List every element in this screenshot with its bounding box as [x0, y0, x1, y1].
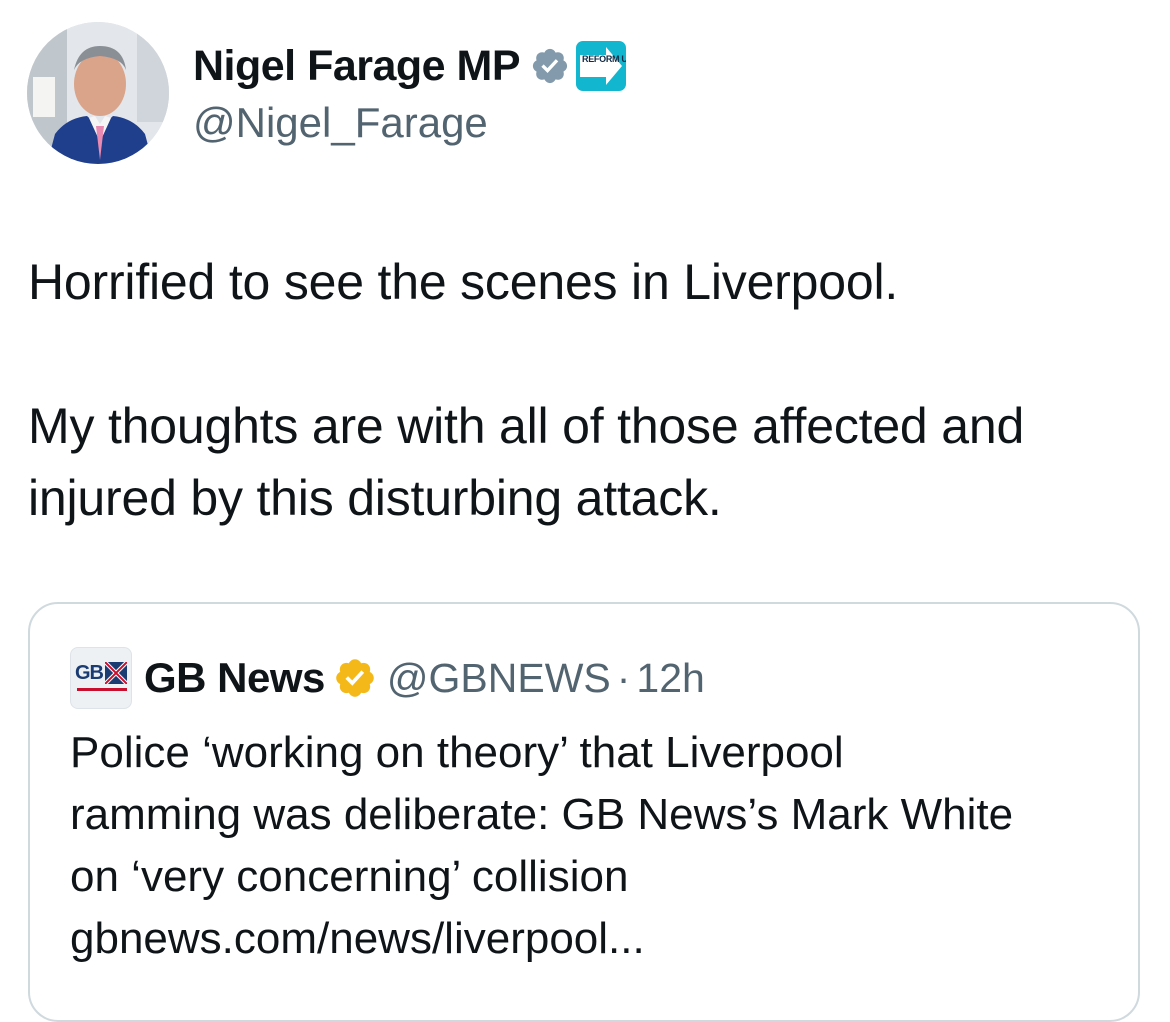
author-name-row: Nigel Farage MP REFORM UK	[193, 36, 627, 96]
tweet-line-2: My thoughts are with all of those affect…	[28, 398, 1025, 526]
tweet-line-1: Horrified to see the scenes in Liverpool…	[28, 254, 899, 310]
reform-badge-label: REFORM UK	[582, 54, 627, 64]
tweet-text: Horrified to see the scenes in Liverpool…	[28, 246, 1148, 534]
quoted-line-1: Police ‘working on theory’ that Liverpoo…	[70, 728, 844, 777]
gold-verified-icon	[336, 659, 374, 697]
gbnews-avatar-text: GB	[75, 662, 104, 684]
quoted-timestamp[interactable]: 12h	[636, 655, 704, 702]
separator-dot: ·	[616, 654, 631, 701]
gbnews-flag-icon	[105, 662, 127, 684]
quoted-line-3: on ‘very concerning’ collision	[70, 852, 629, 901]
quoted-handle[interactable]: @GBNEWS	[387, 655, 611, 702]
reform-uk-affiliate-badge[interactable]: REFORM UK	[576, 41, 627, 91]
quoted-tweet-header: GB GB News @GBNEWS · 12h	[70, 647, 705, 709]
gbnews-avatar-stripe	[77, 688, 127, 691]
quoted-display-name[interactable]: GB News	[144, 654, 325, 702]
quoted-line-2: ramming was deliberate: GB News’s Mark W…	[70, 790, 1014, 839]
quoted-tweet-card[interactable]: GB GB News @GBNEWS · 12h Police ‘working…	[28, 602, 1140, 1022]
quoted-tweet-text: Police ‘working on theory’ that Liverpoo…	[70, 722, 1120, 970]
author-handle[interactable]: @Nigel_Farage	[193, 99, 488, 147]
gbnews-avatar[interactable]: GB	[70, 647, 132, 709]
author-avatar[interactable]	[27, 22, 169, 164]
quoted-link[interactable]: gbnews.com/news/liverpool...	[70, 908, 1120, 970]
author-display-name[interactable]: Nigel Farage MP	[193, 42, 521, 91]
grey-verified-icon	[532, 48, 568, 84]
